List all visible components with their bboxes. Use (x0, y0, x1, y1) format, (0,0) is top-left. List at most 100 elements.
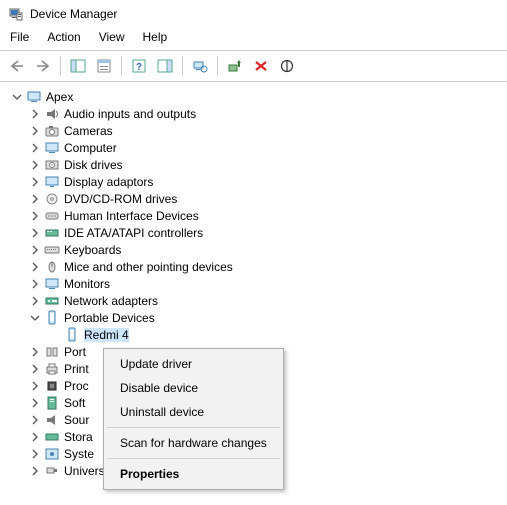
tree-category-label: Display adaptors (64, 175, 153, 189)
chevron-right-icon[interactable] (28, 379, 42, 393)
monitor-icon (44, 276, 60, 292)
back-button[interactable] (6, 55, 28, 77)
chevron-right-icon[interactable] (28, 243, 42, 257)
tree-device-redmi4[interactable]: Redmi 4 (6, 326, 507, 343)
tree-category-label: Mice and other pointing devices (64, 260, 233, 274)
tree-category-label: Human Interface Devices (64, 209, 199, 223)
tree-category-label: Disk drives (64, 158, 123, 172)
chevron-down-icon[interactable] (28, 311, 42, 325)
uninstall-button[interactable] (250, 55, 272, 77)
titlebar: Device Manager (0, 0, 507, 26)
tree-category[interactable]: Cameras (6, 122, 507, 139)
dvd-icon (44, 191, 60, 207)
tree-category-label: Soft (64, 396, 85, 410)
chevron-right-icon[interactable] (28, 413, 42, 427)
tree-category[interactable]: IDE ATA/ATAPI controllers (6, 224, 507, 241)
chevron-right-icon[interactable] (28, 209, 42, 223)
chevron-right-icon[interactable] (28, 192, 42, 206)
menu-file[interactable]: File (10, 30, 29, 44)
ctx-scan-hardware[interactable]: Scan for hardware changes (106, 431, 281, 455)
toolbar: ? (0, 51, 507, 82)
tree-category[interactable]: Monitors (6, 275, 507, 292)
chevron-right-icon[interactable] (28, 396, 42, 410)
forward-button[interactable] (32, 55, 54, 77)
tree-category[interactable]: Display adaptors (6, 173, 507, 190)
show-hide-tree-button[interactable] (67, 55, 89, 77)
chevron-right-icon[interactable] (28, 277, 42, 291)
chevron-right-icon[interactable] (28, 226, 42, 240)
tree-category[interactable]: Keyboards (6, 241, 507, 258)
processor-icon (44, 378, 60, 394)
system-icon (44, 446, 60, 462)
menu-action[interactable]: Action (47, 30, 80, 44)
tree-category-label: Stora (64, 430, 93, 444)
chevron-right-icon[interactable] (28, 141, 42, 155)
tree-category-label: Cameras (64, 124, 113, 138)
tree-category-label: Audio inputs and outputs (64, 107, 196, 121)
tree-category-label: DVD/CD-ROM drives (64, 192, 177, 206)
display-icon (44, 174, 60, 190)
camera-icon (44, 123, 60, 139)
ctx-separator (107, 458, 280, 459)
tree-device-label: Redmi 4 (84, 328, 129, 342)
audio-icon (44, 106, 60, 122)
ctx-uninstall-device[interactable]: Uninstall device (106, 400, 281, 424)
mouse-icon (44, 259, 60, 275)
portable-device-icon (44, 310, 60, 326)
disk-icon (44, 157, 60, 173)
menu-view[interactable]: View (99, 30, 125, 44)
tree-category-label: Proc (64, 379, 89, 393)
toolbar-divider (182, 56, 183, 76)
action-pane-button[interactable] (154, 55, 176, 77)
chevron-right-icon[interactable] (28, 107, 42, 121)
tree-category[interactable]: DVD/CD-ROM drives (6, 190, 507, 207)
hid-icon (44, 208, 60, 224)
tree-root-label: Apex (46, 90, 73, 104)
window-title: Device Manager (30, 7, 117, 21)
printer-icon (44, 361, 60, 377)
computer-icon (26, 89, 42, 105)
app-icon (8, 6, 24, 22)
ctx-disable-device[interactable]: Disable device (106, 376, 281, 400)
chevron-right-icon[interactable] (28, 447, 42, 461)
tree-root[interactable]: Apex (6, 88, 507, 105)
chevron-right-icon[interactable] (28, 260, 42, 274)
ctx-update-driver[interactable]: Update driver (106, 352, 281, 376)
chevron-right-icon[interactable] (28, 345, 42, 359)
tree-category[interactable]: Computer (6, 139, 507, 156)
tree-category[interactable]: Network adapters (6, 292, 507, 309)
tree-category-label: Syste (64, 447, 94, 461)
tree-category[interactable]: Disk drives (6, 156, 507, 173)
tree-category[interactable]: Audio inputs and outputs (6, 105, 507, 122)
toolbar-divider (217, 56, 218, 76)
tree-category-portable-devices[interactable]: Portable Devices (6, 309, 507, 326)
menu-help[interactable]: Help (143, 30, 168, 44)
svg-text:?: ? (136, 62, 142, 73)
ctx-properties[interactable]: Properties (106, 462, 281, 486)
chevron-right-icon[interactable] (28, 124, 42, 138)
tree-category-label: Port (64, 345, 86, 359)
scan-hardware-button[interactable] (189, 55, 211, 77)
chevron-down-icon[interactable] (10, 90, 24, 104)
update-driver-button[interactable] (224, 55, 246, 77)
menubar: File Action View Help (0, 26, 507, 50)
tree-category-label: Portable Devices (64, 311, 155, 325)
help-button[interactable]: ? (128, 55, 150, 77)
chevron-right-icon[interactable] (28, 362, 42, 376)
tree-category-label: Computer (64, 141, 117, 155)
storage-icon (44, 429, 60, 445)
keyboard-icon (44, 242, 60, 258)
chevron-right-icon[interactable] (28, 430, 42, 444)
properties-button[interactable] (93, 55, 115, 77)
disable-button[interactable] (276, 55, 298, 77)
chevron-right-icon[interactable] (28, 464, 42, 478)
chevron-right-icon[interactable] (28, 175, 42, 189)
tree-category[interactable]: Mice and other pointing devices (6, 258, 507, 275)
ports-icon (44, 344, 60, 360)
tree-category[interactable]: Human Interface Devices (6, 207, 507, 224)
tree-category-label: Monitors (64, 277, 110, 291)
toolbar-divider (60, 56, 61, 76)
chevron-right-icon[interactable] (28, 294, 42, 308)
chevron-right-icon[interactable] (28, 158, 42, 172)
portable-device-icon (64, 327, 80, 343)
